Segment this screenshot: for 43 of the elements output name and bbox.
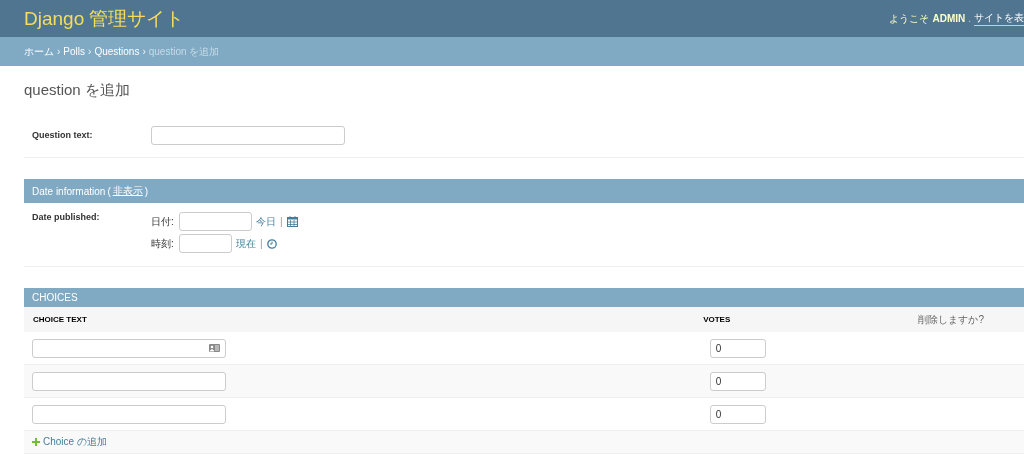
date-field[interactable]: [179, 212, 252, 231]
votes-field[interactable]: 0: [709, 371, 766, 391]
now-link[interactable]: 現在: [236, 236, 256, 251]
field-label: Question text:: [32, 130, 94, 140]
contact-card-icon: [209, 344, 220, 352]
section-header: CHOICES: [24, 288, 1024, 307]
input-field[interactable]: [151, 125, 345, 145]
section-title: Date information: [32, 185, 106, 197]
field-label: 日付:: [151, 214, 175, 229]
separator: .: [968, 13, 971, 24]
field-label: Date published:: [32, 212, 101, 224]
link-separator: |: [260, 238, 263, 249]
column-header: CHOICE TEXT: [32, 315, 88, 324]
today-link[interactable]: 今日: [256, 214, 276, 229]
breadcrumb-separator: ›: [57, 46, 61, 57]
breadcrumb-link[interactable]: Polls: [63, 46, 86, 57]
add-choice-link[interactable]: Choice の追加: [32, 435, 107, 449]
votes-field[interactable]: 0: [709, 338, 766, 358]
paren: (: [107, 185, 111, 197]
breadcrumb-link[interactable]: ホーム: [24, 44, 54, 59]
user-name: ADMIN: [932, 13, 966, 24]
breadcrumb-separator: ›: [88, 46, 92, 57]
calendar-icon[interactable]: [286, 216, 298, 227]
input-field[interactable]: [32, 371, 226, 391]
field-label: 時刻:: [151, 236, 175, 251]
time-field[interactable]: [179, 234, 232, 253]
breadcrumb-current: question を追加: [148, 44, 220, 59]
column-header: 削除しますか?: [917, 312, 985, 327]
welcome-text: ようこそ: [889, 11, 930, 26]
column-header: VOTES: [702, 315, 732, 324]
hide-link[interactable]: 非表示: [112, 184, 143, 198]
input-field[interactable]: [32, 338, 226, 358]
site-title: Django 管理サイト: [24, 6, 185, 31]
view-site-link[interactable]: サイトを表: [974, 11, 1024, 26]
breadcrumb-link[interactable]: Questions: [94, 46, 140, 57]
plus-icon: [32, 438, 40, 446]
clock-icon[interactable]: [266, 238, 277, 249]
page-title: question を追加: [24, 81, 131, 100]
votes-field[interactable]: 0: [709, 404, 766, 424]
input-field[interactable]: [32, 404, 226, 424]
link-separator: |: [280, 216, 283, 227]
breadcrumb-separator: ›: [142, 46, 146, 57]
paren: ): [144, 185, 149, 197]
